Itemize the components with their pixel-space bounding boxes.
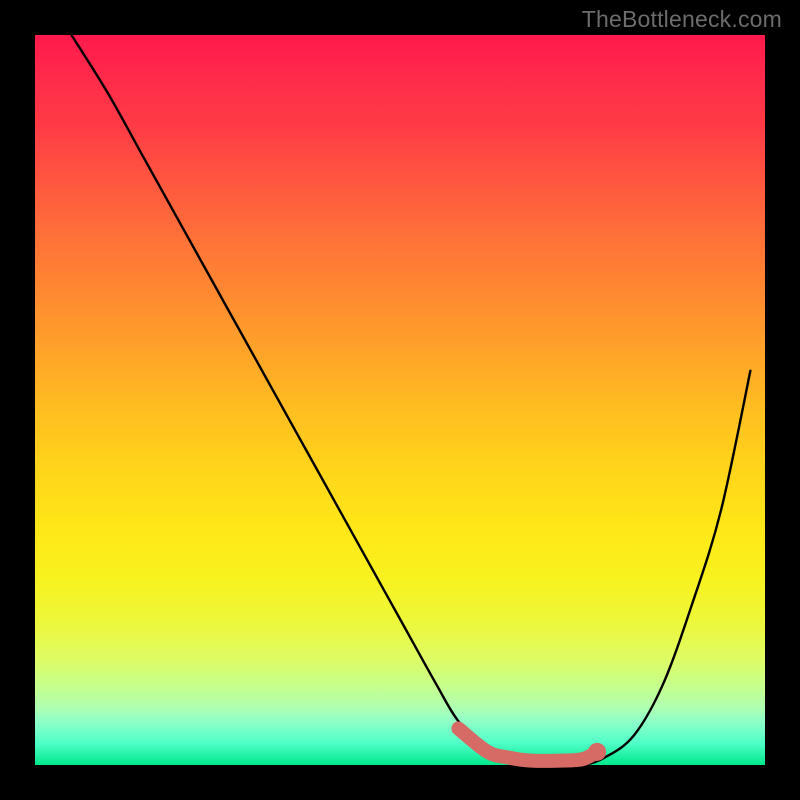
recommended-band-line: [458, 729, 597, 761]
chart-svg: [35, 35, 765, 765]
bottleneck-curve-line: [72, 35, 751, 766]
plot-area: [35, 35, 765, 765]
watermark-text: TheBottleneck.com: [582, 6, 782, 33]
band-end-dot: [588, 743, 606, 761]
chart-frame: TheBottleneck.com: [0, 0, 800, 800]
